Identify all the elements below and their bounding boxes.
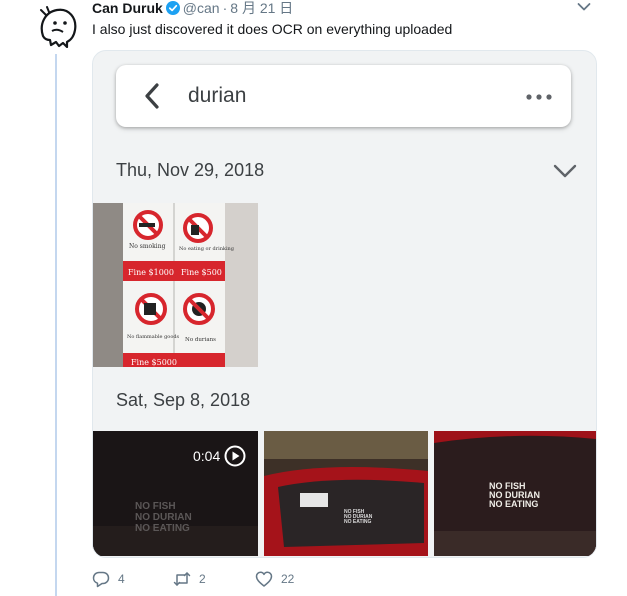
photo-thumbnail[interactable]: NO FISH NO DURIAN NO EATING bbox=[264, 431, 428, 556]
prohibition-sign-image: No smoking No eating or drinking No flam… bbox=[93, 203, 258, 367]
video-duration: 0:04 bbox=[193, 448, 221, 464]
tweet-date[interactable]: 8 月 21 日 bbox=[230, 0, 293, 16]
sign-fine: Fine $500 bbox=[181, 268, 222, 277]
author-name[interactable]: Can Duruk bbox=[92, 0, 163, 16]
photo-thumbnail[interactable]: NO FISH NO DURIAN NO EATING bbox=[434, 431, 596, 556]
media-screenshot[interactable]: durian Thu, Nov 29, 2018 No smoking No e… bbox=[92, 50, 597, 558]
sign-fine: Fine $1000 bbox=[128, 268, 174, 277]
reply-button[interactable]: 4 bbox=[92, 570, 125, 588]
back-arrow-icon[interactable] bbox=[144, 83, 160, 109]
reply-count: 4 bbox=[118, 572, 125, 586]
retweet-icon bbox=[173, 572, 191, 586]
date-group-label: Thu, Nov 29, 2018 bbox=[116, 160, 265, 180]
sign-caption: No smoking bbox=[129, 243, 166, 250]
thread-line bbox=[55, 54, 57, 596]
play-icon[interactable] bbox=[224, 445, 246, 467]
photo-thumbnail[interactable]: No smoking No eating or drinking No flam… bbox=[93, 203, 258, 367]
author-handle[interactable]: @can bbox=[183, 0, 220, 16]
tweet-header: Can Duruk @can · 8 月 21 日 bbox=[92, 0, 293, 16]
search-query[interactable]: durian bbox=[188, 83, 246, 109]
more-options-icon[interactable] bbox=[526, 94, 552, 100]
car-sticker-text: NO EATING bbox=[135, 523, 190, 534]
tweet-text: I also just discovered it does OCR on ev… bbox=[92, 21, 453, 37]
avatar[interactable] bbox=[37, 6, 79, 48]
car-sticker-text: NO FISH bbox=[135, 501, 176, 512]
chevron-down-icon[interactable] bbox=[553, 164, 577, 178]
search-bar[interactable]: durian bbox=[116, 65, 571, 127]
sign-caption: No eating or drinking bbox=[179, 246, 235, 252]
verified-badge-icon bbox=[165, 1, 180, 15]
chevron-down-icon[interactable] bbox=[577, 2, 591, 12]
header-separator: · bbox=[222, 0, 228, 16]
date-group-label: Sat, Sep 8, 2018 bbox=[116, 390, 251, 410]
car-sticker-text: NO EATING bbox=[344, 519, 372, 525]
video-thumbnail[interactable]: NO FISH NO DURIAN NO EATING 0:04 bbox=[93, 431, 258, 556]
heart-icon bbox=[255, 571, 273, 587]
like-button[interactable]: 22 bbox=[255, 570, 294, 588]
sign-fine: Fine $5000 bbox=[131, 358, 177, 367]
car-sticker-text: NO DURIAN bbox=[135, 512, 192, 523]
car-window-image: NO FISH NO DURIAN NO EATING bbox=[264, 431, 428, 556]
car-sticker-text: NO EATING bbox=[489, 499, 538, 509]
sign-caption: No flammable goods bbox=[127, 334, 180, 340]
retweet-button[interactable]: 2 bbox=[173, 570, 206, 588]
reply-icon bbox=[92, 571, 110, 588]
retweet-count: 2 bbox=[199, 572, 206, 586]
sign-caption: No durians bbox=[185, 337, 216, 343]
car-window-image: NO FISH NO DURIAN NO EATING bbox=[434, 431, 596, 556]
like-count: 22 bbox=[281, 572, 295, 586]
